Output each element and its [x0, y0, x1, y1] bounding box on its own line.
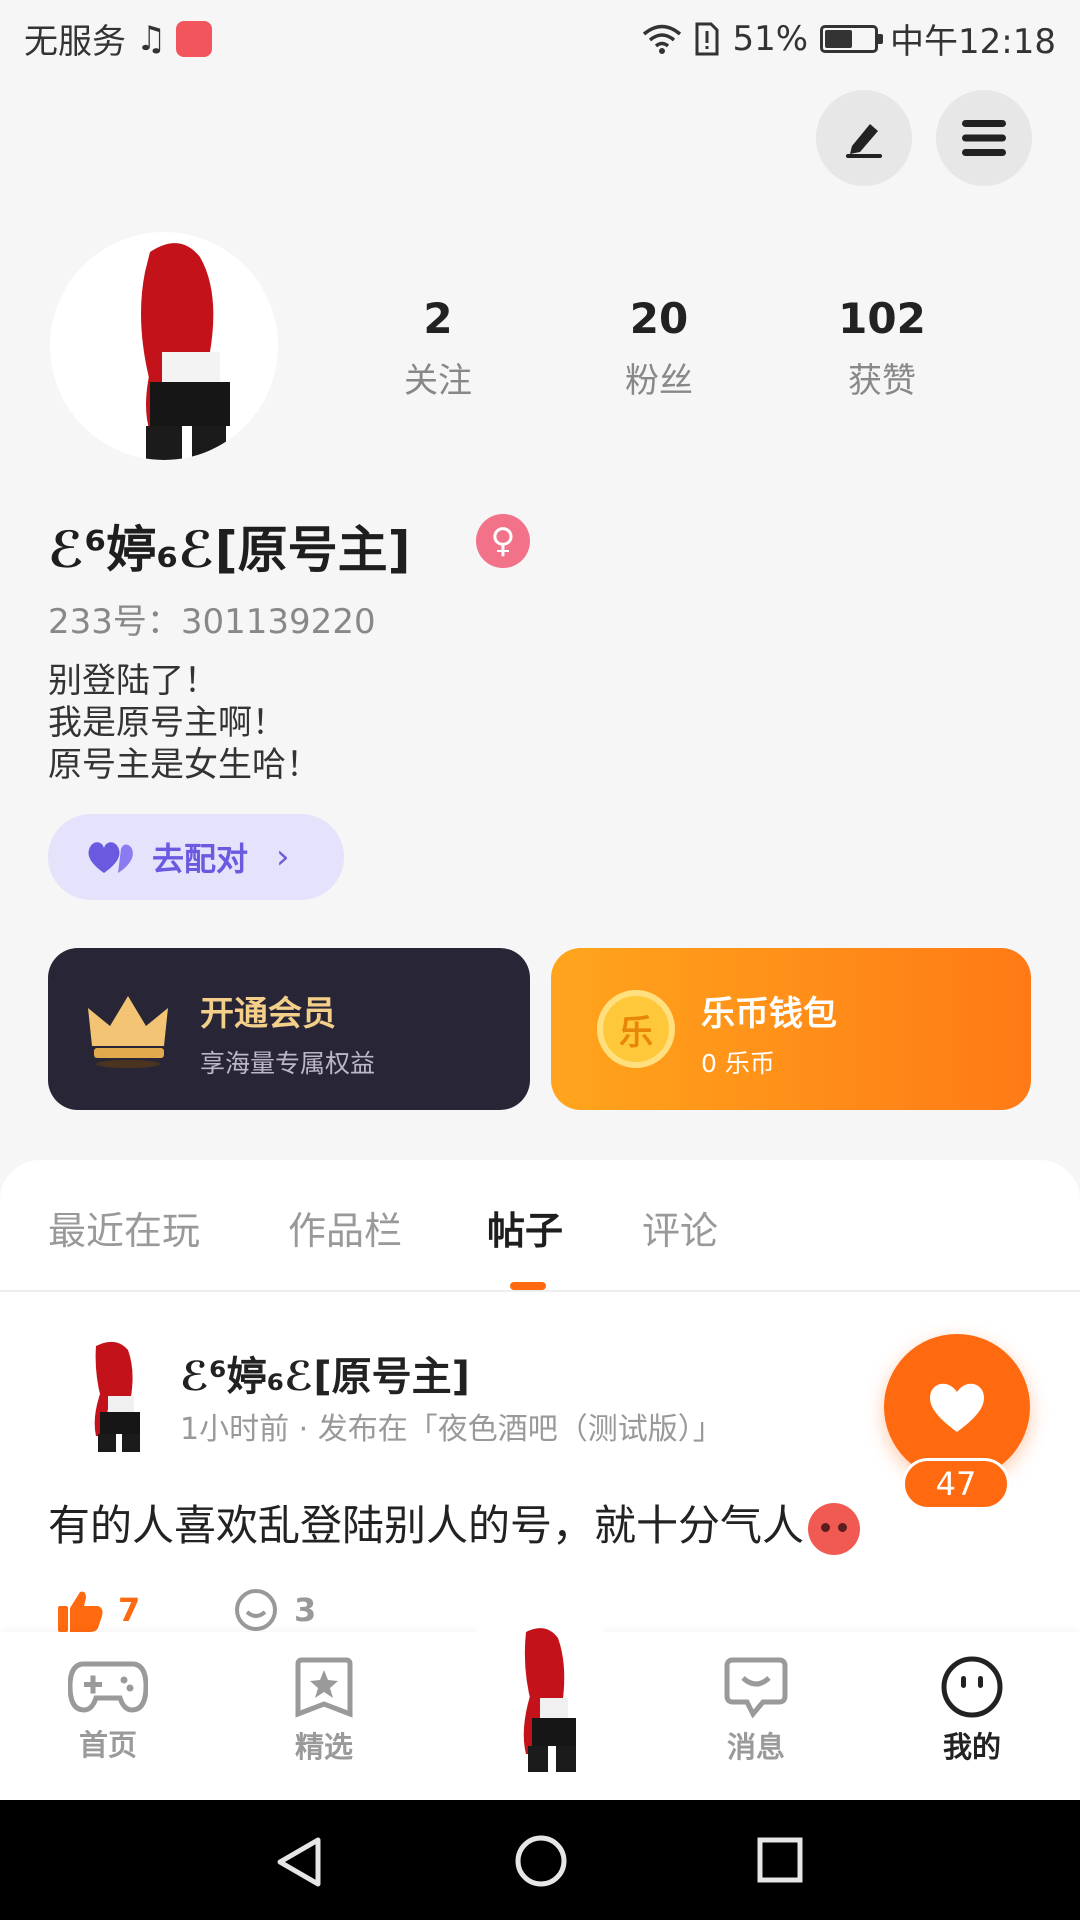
nav-home[interactable]: 首页 — [38, 1656, 178, 1764]
post-comment-button[interactable]: 3 — [232, 1588, 316, 1632]
home-circle-icon[interactable] — [514, 1834, 568, 1888]
post-like-button[interactable]: 7 — [56, 1588, 140, 1632]
match-button-label: 去配对 — [152, 840, 249, 878]
hamburger-menu-icon — [962, 120, 1006, 156]
nav-featured[interactable]: 精选 — [254, 1656, 394, 1766]
vip-card[interactable]: 开通会员 享海量专属权益 — [48, 948, 530, 1110]
profile-uid: 233号：301139220 — [48, 602, 376, 642]
stat-followers-value: 20 — [629, 294, 689, 343]
nav-me-label: 我的 — [940, 1724, 1004, 1766]
post-author-avatar[interactable] — [66, 1338, 162, 1454]
wallet-card-title: 乐币钱包 — [701, 994, 837, 1034]
system-navigation-bar — [0, 1800, 1080, 1920]
back-icon[interactable] — [274, 1836, 324, 1888]
recents-square-icon[interactable] — [756, 1836, 804, 1884]
tab-divider — [0, 1290, 1080, 1292]
wifi-icon — [643, 24, 682, 54]
edit-pen-icon — [846, 124, 882, 158]
bio-line: 原号主是女生哈！ — [48, 745, 320, 785]
face-icon — [941, 1656, 1003, 1718]
post-comment-count: 3 — [294, 1591, 317, 1629]
tab-works[interactable]: 作品栏 — [288, 1200, 402, 1255]
chat-icon — [724, 1657, 788, 1718]
bio-line: 我是原号主啊！ — [48, 703, 286, 743]
bio-line: 别登陆了！ — [48, 661, 218, 701]
author-avatar-image — [94, 1341, 140, 1452]
post-body-text: 有的人喜欢乱登陆别人的号，就十分气人 — [48, 1501, 805, 1550]
menu-button[interactable] — [936, 90, 1032, 186]
gamepad-icon — [68, 1661, 148, 1713]
vip-card-subtitle: 享海量专属权益 — [200, 1049, 376, 1078]
tab-posts[interactable]: 帖子 — [487, 1200, 563, 1255]
stat-likes-label: 获赞 — [848, 361, 916, 401]
heart-icon — [930, 1383, 984, 1432]
edit-profile-button[interactable] — [816, 90, 912, 186]
post-body[interactable]: 有的人喜欢乱登陆别人的号，就十分气人 — [48, 1492, 861, 1555]
stat-followers-label: 粉丝 — [625, 361, 693, 401]
double-heart-icon — [88, 842, 133, 873]
crown-icon — [88, 996, 168, 1068]
floating-like-count: 47 — [902, 1458, 1010, 1510]
profile-username: ℰ⁶婷₆ℰ[原号主] — [48, 521, 411, 579]
post-meta: 1小时前 · 发布在「夜色酒吧（测试版）」 — [180, 1412, 723, 1447]
stat-likes[interactable]: 102 获赞 — [802, 294, 962, 402]
wallet-card-balance: 0 乐币 — [701, 1049, 775, 1078]
wallet-card[interactable]: 乐 乐币钱包 0 乐币 — [551, 948, 1031, 1110]
status-left: 无服务 ♫ — [24, 14, 213, 63]
vip-card-title: 开通会员 — [200, 994, 336, 1034]
post-like-count: 7 — [118, 1591, 141, 1629]
music-icon: ♫ — [136, 18, 167, 59]
active-tab-indicator — [510, 1282, 546, 1290]
nav-messages[interactable]: 消息 — [686, 1656, 826, 1766]
stat-following[interactable]: 2 关注 — [358, 294, 518, 402]
thumbs-up-icon — [58, 1591, 103, 1632]
clock: 中午12:18 — [890, 22, 1056, 62]
star-icon — [295, 1657, 353, 1718]
post-author-name[interactable]: ℰ⁶婷₆ℰ[原号主] — [180, 1344, 470, 1402]
avatar-character-image — [141, 243, 230, 460]
profile-avatar[interactable] — [50, 232, 278, 460]
female-gender-icon: ♀ — [476, 514, 530, 568]
comment-bubble-icon — [235, 1589, 277, 1631]
stat-following-value: 2 — [423, 294, 453, 343]
sim-alert-icon — [695, 22, 719, 55]
avatar-character-icon — [523, 1628, 576, 1772]
carrier-text: 无服务 — [24, 22, 126, 62]
battery-icon — [820, 24, 884, 53]
chevron-right-icon: › — [276, 837, 290, 877]
status-right: 51% 中午12:18 — [642, 14, 1056, 63]
tab-recent-play[interactable]: 最近在玩 — [48, 1200, 200, 1255]
battery-percent: 51% — [732, 18, 809, 59]
profile-bio: 别登陆了！ 我是原号主啊！ 原号主是女生哈！ — [48, 660, 320, 786]
nav-me[interactable]: 我的 — [902, 1656, 1042, 1766]
nav-home-label: 首页 — [78, 1728, 137, 1762]
match-button[interactable]: 去配对 › — [48, 814, 344, 900]
nav-center-avatar[interactable] — [500, 1626, 586, 1774]
tab-comments[interactable]: 评论 — [642, 1200, 718, 1255]
angry-face-emoji-icon — [808, 1502, 861, 1555]
stat-likes-value: 102 — [838, 294, 926, 343]
coin-icon: 乐 — [597, 990, 675, 1068]
status-bar: 无服务 ♫ 51% 中午12:18 — [0, 0, 1080, 74]
nav-featured-label: 精选 — [294, 1730, 353, 1764]
stat-followers[interactable]: 20 粉丝 — [579, 294, 739, 402]
nav-messages-label: 消息 — [726, 1730, 785, 1764]
stat-following-label: 关注 — [404, 361, 472, 401]
huawei-app-icon — [176, 20, 213, 57]
